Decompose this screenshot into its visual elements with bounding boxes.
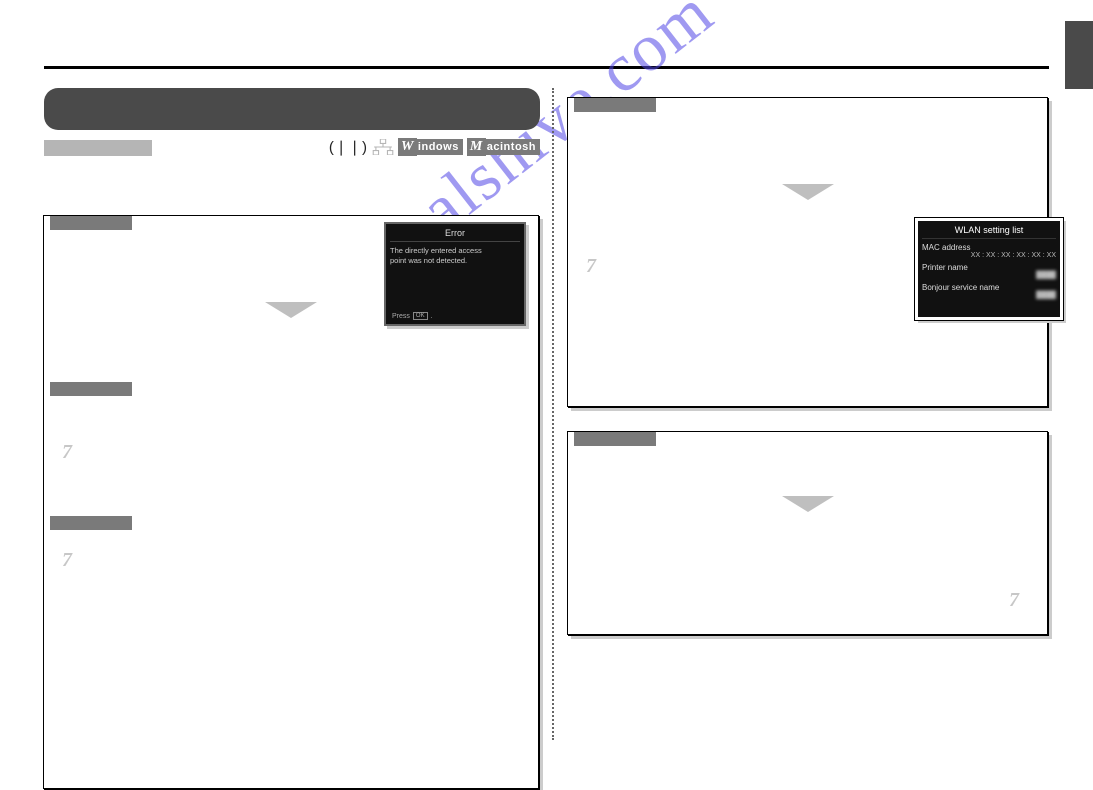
- note-line: 7: [568, 590, 1019, 610]
- down-arrow-icon: [265, 302, 317, 318]
- paragraph-heading: [574, 98, 656, 112]
- paragraph-heading: [574, 432, 656, 446]
- error-message-line: The directly entered access: [390, 246, 520, 256]
- wireless-icon: (❘❘): [329, 138, 368, 156]
- top-rule: [44, 66, 1049, 69]
- left-column: (❘❘) Windows Macintosh: [44, 88, 540, 740]
- wlan-bonjour-label: Bonjour service name: [922, 283, 1056, 292]
- right-column: 7 WLAN setting list MAC address XX : XX …: [568, 88, 1049, 740]
- wlan-settings-screenshot: WLAN setting list MAC address XX : XX : …: [915, 218, 1063, 320]
- left-content-box: Error The directly entered access point …: [44, 216, 540, 790]
- wlan-mac-label: MAC address: [922, 243, 1056, 252]
- wired-network-icon: [372, 139, 394, 155]
- paragraph-heading: [50, 216, 132, 230]
- column-divider: [552, 88, 554, 740]
- bolt-icon: 7: [1009, 590, 1019, 610]
- bolt-icon: 7: [62, 550, 72, 570]
- macintosh-badge: Macintosh: [467, 138, 540, 156]
- error-title: Error: [390, 228, 520, 242]
- content-area: (❘❘) Windows Macintosh: [44, 88, 1049, 740]
- platform-icons: (❘❘) Windows Macintosh: [329, 136, 540, 158]
- bolt-icon: 7: [586, 256, 596, 276]
- down-arrow-icon: [782, 496, 834, 512]
- subsection-tag: [44, 140, 152, 156]
- wlan-title: WLAN setting list: [922, 225, 1056, 239]
- bolt-icon: 7: [62, 442, 72, 462]
- press-ok-hint: Press OK .: [392, 312, 433, 320]
- page-margin-tab: [1065, 21, 1093, 89]
- paragraph-heading: [50, 516, 132, 530]
- wlan-mac-value: XX : XX : XX : XX : XX : XX: [922, 252, 1056, 259]
- error-message-line: point was not detected.: [390, 256, 520, 266]
- wlan-printer-label: Printer name: [922, 263, 1056, 272]
- windows-badge: Windows: [398, 138, 463, 156]
- error-screenshot: Error The directly entered access point …: [384, 222, 526, 326]
- note-line: 7: [62, 442, 538, 462]
- note-line: 7: [62, 550, 538, 570]
- section-banner: [44, 88, 540, 130]
- right-bottom-box: 7: [568, 432, 1049, 636]
- down-arrow-icon: [782, 184, 834, 200]
- tag-row: (❘❘) Windows Macintosh: [44, 136, 540, 160]
- wlan-bonjour-value: ████: [922, 292, 1056, 299]
- paragraph-heading: [50, 382, 132, 396]
- right-top-box: 7 WLAN setting list MAC address XX : XX …: [568, 98, 1049, 408]
- wlan-printer-value: ████: [922, 272, 1056, 279]
